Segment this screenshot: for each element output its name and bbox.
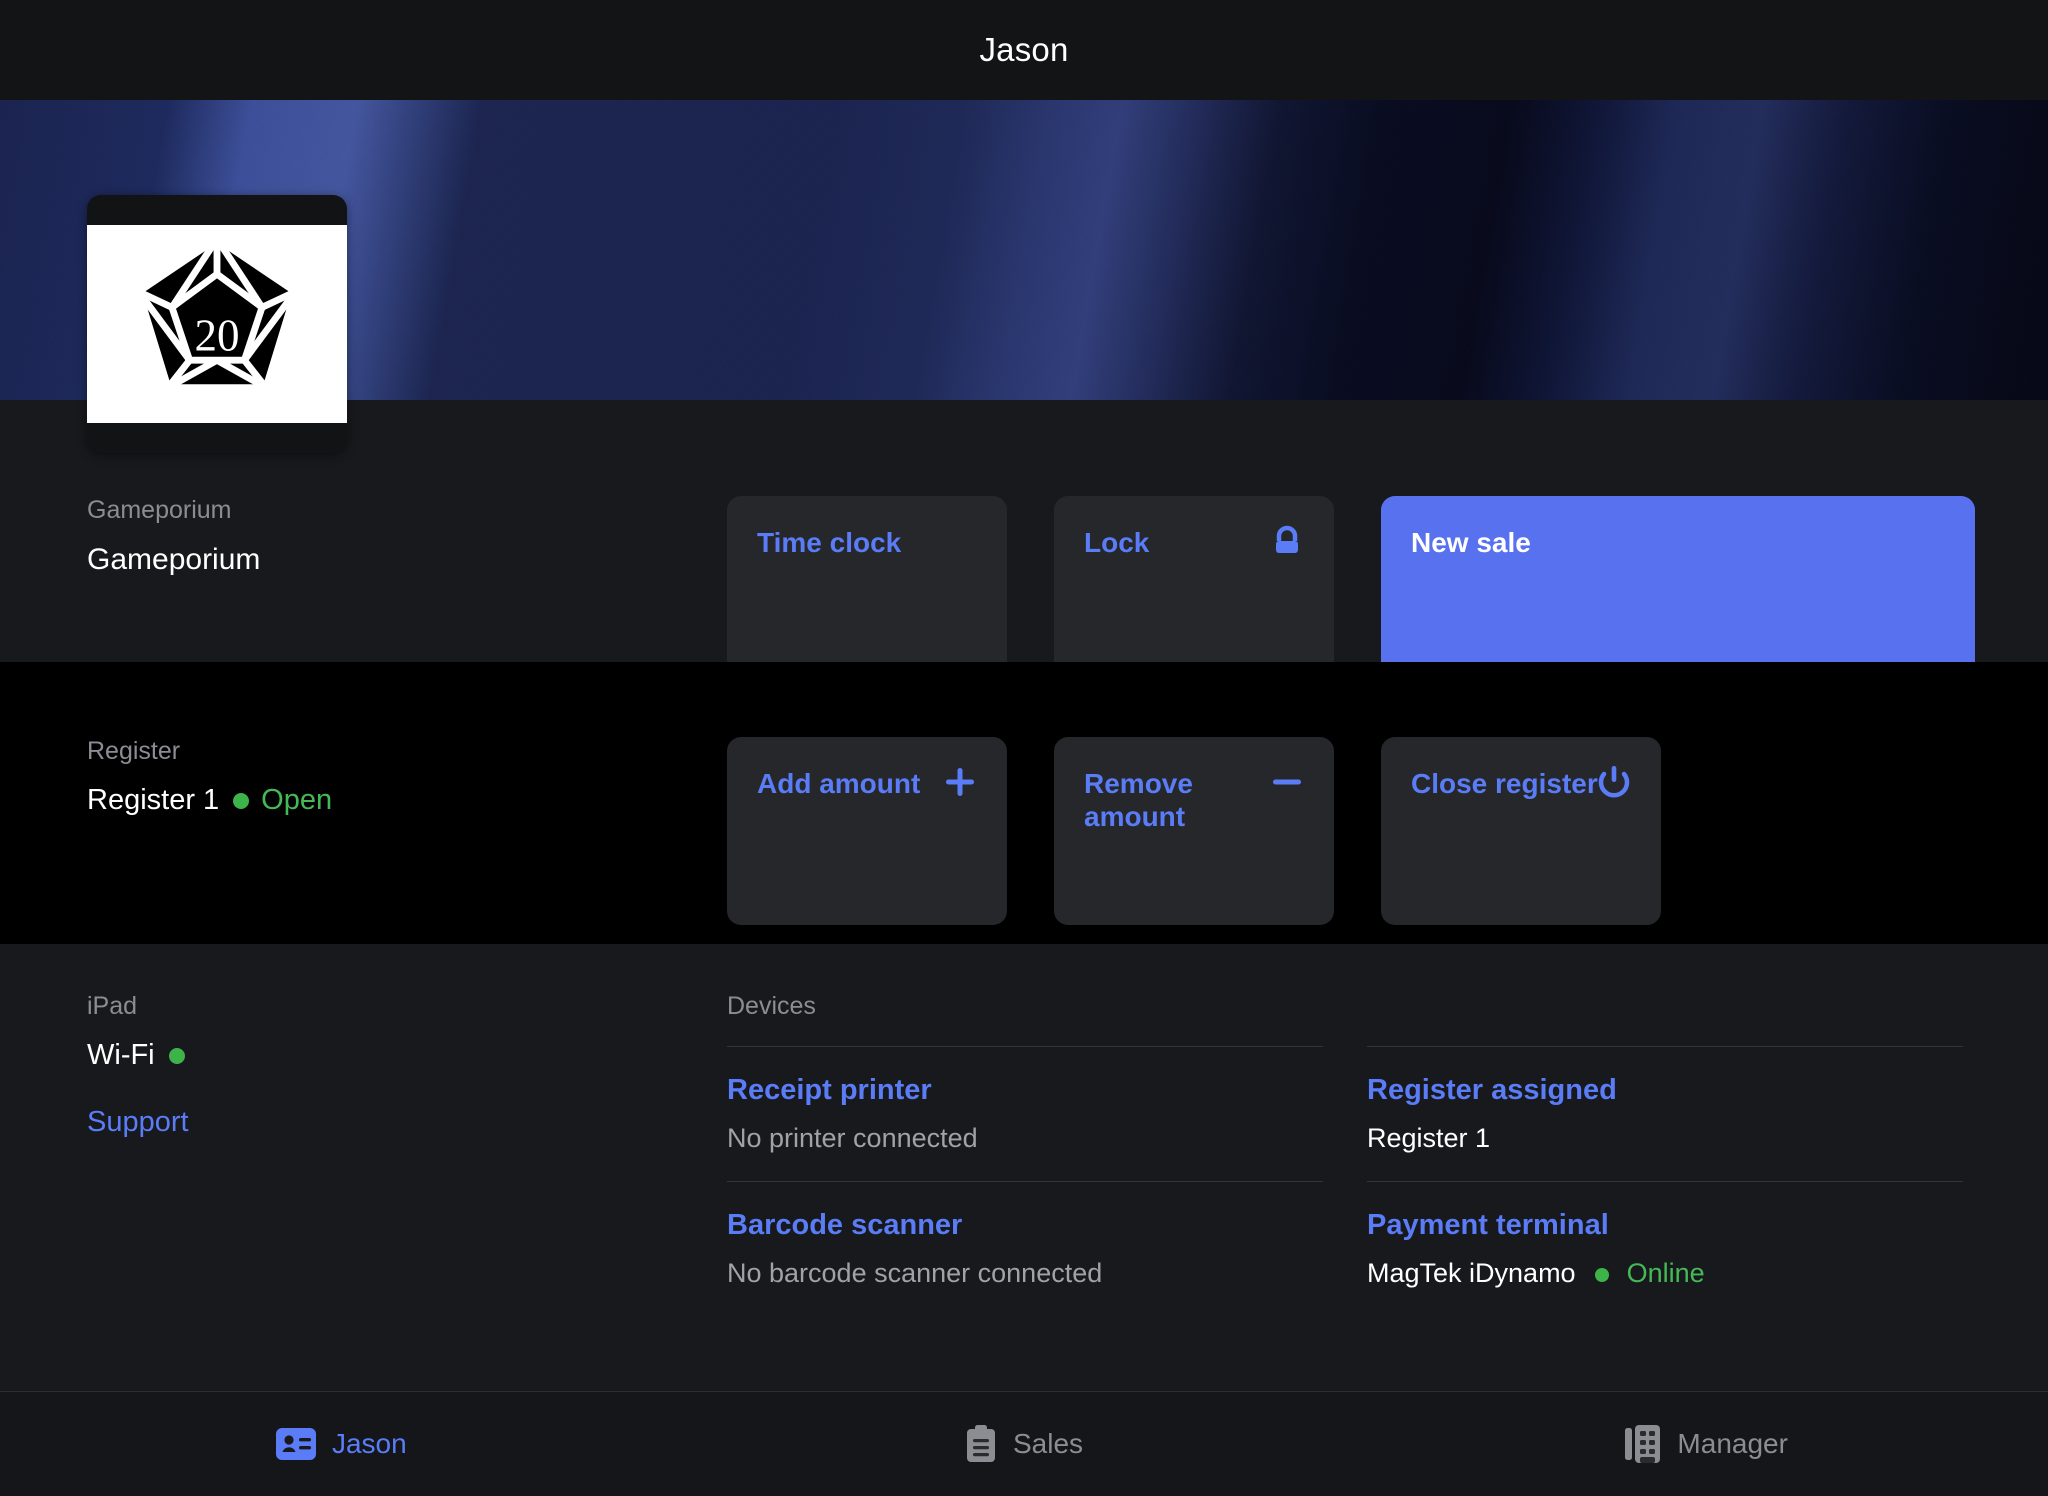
clipboard-icon — [965, 1425, 997, 1463]
pos-home-screen: Jason 20 Gameporium Gameporium Time cloc… — [0, 0, 2048, 1496]
lock-icon — [1270, 524, 1304, 562]
terminal-status-dot-icon — [1595, 1267, 1610, 1282]
wifi-status-dot-icon — [168, 1047, 185, 1064]
assignments-heading-spacer — [1367, 992, 1963, 1026]
register-assigned-link[interactable]: Register assigned — [1367, 1074, 1963, 1107]
support-link[interactable]: Support — [87, 1106, 727, 1139]
payment-terminal-status: Online — [1626, 1258, 1705, 1288]
tab-manager-label: Manager — [1677, 1428, 1788, 1459]
ipad-label: iPad — [87, 992, 138, 1020]
register-actions: Add amount Remove amount Close register — [727, 737, 1661, 925]
new-sale-label: New sale — [1411, 527, 1531, 558]
register-label: Register — [87, 737, 181, 765]
building-icon — [1625, 1425, 1661, 1463]
tab-sales[interactable]: Sales — [683, 1392, 1366, 1496]
devices-column: Devices Receipt printer No printer conne… — [727, 992, 1323, 1316]
payment-terminal-status-row: MagTek iDynamo Online — [1367, 1258, 1963, 1289]
device-columns: Devices Receipt printer No printer conne… — [727, 992, 1963, 1316]
store-name: Gameporium — [87, 543, 261, 576]
wifi-status-row: Wi-Fi — [87, 1039, 727, 1072]
register-meta: Register Register 1 Open — [87, 737, 727, 817]
list-item: Payment terminal MagTek iDynamo Online — [1367, 1182, 1963, 1316]
payment-terminal-name: MagTek iDynamo — [1367, 1258, 1576, 1288]
time-clock-label: Time clock — [757, 527, 902, 558]
store-label: Gameporium — [87, 496, 232, 524]
plus-icon — [943, 765, 977, 799]
list-item: Register assigned Register 1 — [1367, 1047, 1963, 1181]
tab-manager[interactable]: Manager — [1365, 1392, 2048, 1496]
payment-terminal-link[interactable]: Payment terminal — [1367, 1209, 1963, 1242]
barcode-scanner-status: No barcode scanner connected — [727, 1258, 1103, 1288]
assignments-column: Register assigned Register 1 Payment ter… — [1367, 992, 1963, 1316]
tab-jason-label: Jason — [331, 1428, 407, 1459]
list-item: Barcode scanner No barcode scanner conne… — [727, 1182, 1323, 1316]
wifi-label: Wi-Fi — [87, 1039, 155, 1071]
new-sale-button[interactable]: New sale — [1381, 496, 1975, 684]
close-register-label: Close register — [1411, 768, 1598, 799]
register-status-row: Register 1 Open — [87, 784, 727, 817]
register-name: Register 1 — [87, 784, 220, 816]
status-dot-icon — [233, 792, 250, 809]
store-logo: 20 — [87, 195, 347, 453]
add-amount-button[interactable]: Add amount — [727, 737, 1007, 925]
store-meta: Gameporium Gameporium — [87, 496, 727, 577]
page-title: Jason — [979, 31, 1069, 68]
devices-section: iPad Wi-Fi Support Devices Receipt print… — [0, 944, 2048, 1336]
lock-label: Lock — [1084, 527, 1150, 558]
devices-heading: Devices — [727, 992, 816, 1020]
ipad-meta: iPad Wi-Fi Support — [87, 992, 727, 1139]
id-card-icon — [275, 1428, 316, 1460]
register-status: Open — [261, 784, 333, 816]
barcode-scanner-link[interactable]: Barcode scanner — [727, 1209, 1323, 1242]
add-amount-label: Add amount — [757, 768, 921, 799]
receipt-printer-status: No printer connected — [727, 1123, 978, 1153]
dice-number: 20 — [194, 310, 239, 360]
register-section: Register Register 1 Open Add amount Remo… — [0, 662, 2048, 944]
lock-button[interactable]: Lock — [1054, 496, 1334, 684]
tab-sales-label: Sales — [1012, 1428, 1084, 1459]
d20-dice-icon: 20 — [87, 225, 347, 423]
close-register-button[interactable]: Close register — [1381, 737, 1661, 925]
title-bar: Jason — [0, 0, 2048, 100]
power-icon — [1597, 765, 1631, 801]
time-clock-button[interactable]: Time clock — [727, 496, 1007, 684]
minus-icon — [1270, 765, 1304, 799]
tab-jason[interactable]: Jason — [0, 1392, 683, 1496]
store-actions: Time clock Lock New sale — [727, 496, 1975, 684]
register-assigned-value: Register 1 — [1367, 1123, 1491, 1153]
receipt-printer-link[interactable]: Receipt printer — [727, 1074, 1323, 1107]
list-item: Receipt printer No printer connected — [727, 1047, 1323, 1181]
remove-amount-label: Remove amount — [1084, 768, 1193, 833]
remove-amount-button[interactable]: Remove amount — [1054, 737, 1334, 925]
bottom-tab-bar: Jason Sales Manager — [0, 1391, 2048, 1496]
